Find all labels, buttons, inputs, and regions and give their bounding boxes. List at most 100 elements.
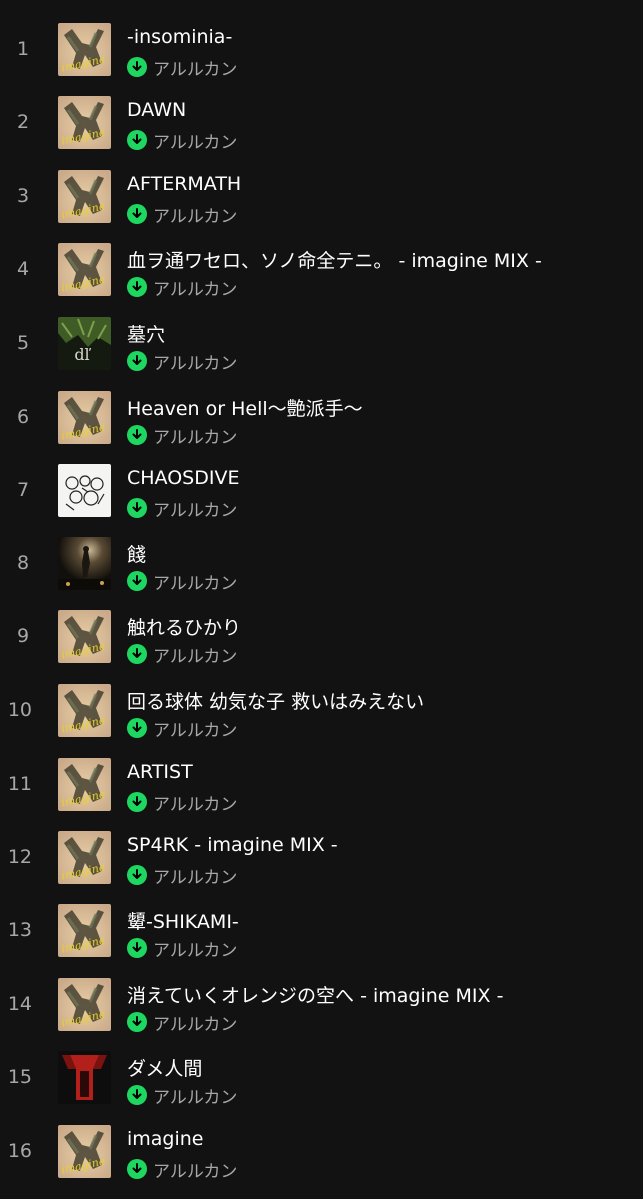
track-meta: アルルカン [127,1083,237,1108]
track-row[interactable]: 5 dľ 墓穴アルルカン [0,307,643,380]
track-row[interactable]: 14 imagine 消えていくオレンジの空へ - imagine MIX - アルル… [0,968,643,1041]
track-meta: アルルカン [127,275,237,300]
track-meta: アルルカン [127,349,237,374]
artist-name[interactable]: アルルカン [153,275,237,300]
artist-name[interactable]: アルルカン [153,1010,237,1035]
artist-name[interactable]: アルルカン [153,863,237,888]
track-number: 3 [16,185,30,207]
track-meta: アルルカン [127,569,237,594]
track-meta: アルルカン [127,496,237,521]
track-meta: アルルカン [127,790,237,815]
artist-name[interactable]: アルルカン [153,1157,237,1182]
artist-name[interactable]: アルルカン [153,202,237,227]
track-row[interactable]: 16 imagine imagine アルルカン [0,1115,643,1188]
artist-name[interactable]: アルルカン [153,716,237,741]
track-number: 5 [16,332,30,354]
track-number: 4 [16,258,30,280]
track-meta: アルルカン [127,642,237,667]
artist-name[interactable]: アルルカン [153,936,237,961]
artist-name[interactable]: アルルカン [153,569,237,594]
track-number: 12 [7,846,32,868]
track-row[interactable]: 7 CHAOSDIVE アルルカン [0,454,643,527]
album-art-imagine-icon: imagine [58,391,111,444]
track-row[interactable]: 9 imagine 触れるひかりアルルカン [0,600,643,673]
artist-name[interactable]: アルルカン [153,55,237,80]
album-art-imagine-icon: imagine [58,96,111,149]
track-row[interactable]: 2 imagine DAWN アルルカン [0,86,643,159]
downloaded-icon [127,204,147,224]
track-number: 1 [16,38,30,60]
downloaded-icon [127,1085,147,1105]
artist-name[interactable]: アルルカン [153,128,237,153]
track-title: DAWN [127,99,187,121]
track-meta: アルルカン [127,128,237,153]
downloaded-icon [127,865,147,885]
track-meta: アルルカン [127,1010,237,1035]
track-title: 墓穴 [127,324,166,346]
downloaded-icon [127,938,147,958]
track-title: Heaven or Hell〜艶派手〜 [127,398,363,420]
track-row[interactable]: 1 imagine -insominia- アルルカン [0,13,643,86]
album-art-imagine-icon: imagine [58,904,111,957]
artist-name[interactable]: アルルカン [153,642,237,667]
track-row[interactable]: 8 餞アルルカン [0,527,643,600]
track-list: 1 imagine -insominia- アルルカン 2 imagine DAWN アルルカ… [0,0,643,1199]
track-title: 餞 [127,544,147,566]
album-art-imagine-icon: imagine [58,1125,111,1178]
album-art-green-icon: dľ [58,317,111,370]
downloaded-icon [127,1012,147,1032]
artist-name[interactable]: アルルカン [153,496,237,521]
album-art-imagine-icon: imagine [58,684,111,737]
downloaded-icon [127,130,147,150]
track-number: 15 [7,1066,32,1088]
album-art-imagine-icon: imagine [58,610,111,663]
track-row[interactable]: 3 imagine AFTERMATH アルルカン [0,160,643,233]
downloaded-icon [127,351,147,371]
track-title: CHAOSDIVE [127,467,240,489]
track-title: ARTIST [127,761,193,783]
track-number: 13 [7,919,32,941]
track-row[interactable]: 13 imagine 顰-SHIKAMI- アルルカン [0,894,643,967]
downloaded-icon [127,425,147,445]
artist-name[interactable]: アルルカン [153,1083,237,1108]
track-title: ダメ人間 [127,1058,203,1080]
album-art-imagine-icon: imagine [58,170,111,223]
track-number: 6 [16,406,30,428]
track-row[interactable]: 15 ダメ人間アルルカン [0,1041,643,1114]
downloaded-icon [127,792,147,812]
artist-name[interactable]: アルルカン [153,790,237,815]
track-meta: アルルカン [127,55,237,80]
svg-text:dľ: dľ [74,345,91,364]
track-meta: アルルカン [127,423,237,448]
track-title: 血ヲ通ワセロ、ソノ命全テニ。 - imagine MIX - [127,250,542,272]
downloaded-icon [127,57,147,77]
track-row[interactable]: 4 imagine 血ヲ通ワセロ、ソノ命全テニ。 - imagine MIX - アル… [0,233,643,306]
album-art-imagine-icon: imagine [58,978,111,1031]
track-number: 11 [7,773,32,795]
downloaded-icon [127,1159,147,1179]
track-number: 14 [7,993,32,1015]
downloaded-icon [127,571,147,591]
track-row[interactable]: 6 imagine Heaven or Hell〜艶派手〜アルルカン [0,381,643,454]
track-meta: アルルカン [127,1157,237,1182]
track-row[interactable]: 10 imagine 回る球体 幼気な子 救いはみえない アルルカン [0,674,643,747]
track-title: AFTERMATH [127,173,242,195]
track-meta: アルルカン [127,202,237,227]
track-row[interactable]: 12 imagine SP4RK - imagine MIX - アルルカン [0,821,643,894]
track-number: 8 [16,552,30,574]
track-meta: アルルカン [127,936,237,961]
track-number: 7 [16,479,30,501]
album-art-red-black-icon [58,1051,111,1104]
downloaded-icon [127,644,147,664]
album-art-imagine-icon: imagine [58,23,111,76]
track-title: 顰-SHIKAMI- [127,911,239,933]
track-title: imagine [127,1128,204,1150]
artist-name[interactable]: アルルカン [153,349,237,374]
track-title: 触れるひかり [127,617,242,639]
track-title: 消えていくオレンジの空へ - imagine MIX - [127,985,504,1007]
track-row[interactable]: 11 imagine ARTIST アルルカン [0,748,643,821]
artist-name[interactable]: アルルカン [153,423,237,448]
album-art-imagine-icon: imagine [58,831,111,884]
track-number: 9 [16,625,30,647]
downloaded-icon [127,718,147,738]
